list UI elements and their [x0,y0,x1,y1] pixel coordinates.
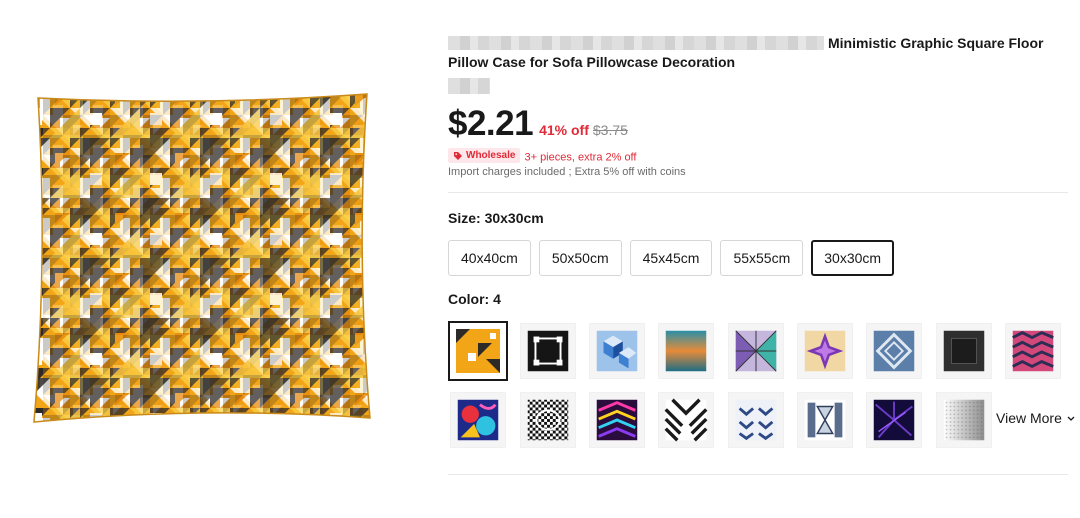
discount-label: 41% off [539,122,589,138]
color-swatch-blue-diamond[interactable] [866,323,922,379]
original-price: $3.75 [592,122,628,138]
color-swatch-black-square[interactable] [936,323,992,379]
blurred-brand [448,36,824,51]
divider [448,474,1068,475]
view-more-label: View More [996,410,1062,426]
color-swatch-black-white-stripes[interactable] [658,392,714,448]
color-swatch-neon-chevron[interactable] [589,392,645,448]
size-option-50x50[interactable]: 50x50cm [538,240,622,276]
color-swatch-purple-triangles[interactable] [728,323,784,379]
wholesale-badge-label: Wholesale [466,150,516,161]
current-price: $2.21 [448,104,534,143]
size-option-40x40[interactable]: 40x40cm [448,240,531,276]
color-swatch-teal-gradient-waves[interactable] [658,323,714,379]
color-swatch-colorful-abstract[interactable] [450,392,506,448]
color-swatch-blue-white-bars[interactable] [797,392,853,448]
size-label: Size: 30x30cm [448,210,544,226]
tag-icon [454,151,462,160]
wholesale-row: Wholesale 3+ pieces, extra 2% off [448,148,636,164]
wholesale-text: 3+ pieces, extra 2% off [524,151,637,164]
size-option-30x30[interactable]: 30x30cm [811,240,895,276]
view-more-link[interactable]: View More [996,410,1075,426]
color-swatch-blue-cubes[interactable] [589,323,645,379]
blurred-rating [448,78,490,94]
wholesale-badge: Wholesale [448,148,521,163]
size-option-55x55[interactable]: 55x55cm [720,240,804,276]
color-label: Color: 4 [448,291,501,307]
color-swatch-orange-geometric[interactable] [448,321,508,381]
divider [448,192,1068,193]
color-swatch-black-greek-key[interactable] [520,323,576,379]
chevron-down-icon [1067,416,1075,422]
color-swatch-black-white-optical[interactable] [520,392,576,448]
color-swatch-dark-purple-rays[interactable] [866,392,922,448]
size-option-45x45[interactable]: 45x45cm [629,240,713,276]
color-swatch-white-blue-arrows[interactable] [728,392,784,448]
product-image [30,88,375,428]
color-swatch-white-grey-gradient[interactable] [936,392,992,448]
import-charges-text: Import charges included ; Extra 5% off w… [448,166,686,178]
size-options: 40x40cm 50x50cm 45x45cm 55x55cm 30x30cm [448,240,895,276]
color-swatch-pink-herringbone[interactable] [1005,323,1061,379]
color-swatch-purple-star[interactable] [797,323,853,379]
price-row: $2.21 41% off $3.75 [448,104,628,144]
product-title: Minimistic Graphic Square Floor Pillow C… [448,35,1044,70]
